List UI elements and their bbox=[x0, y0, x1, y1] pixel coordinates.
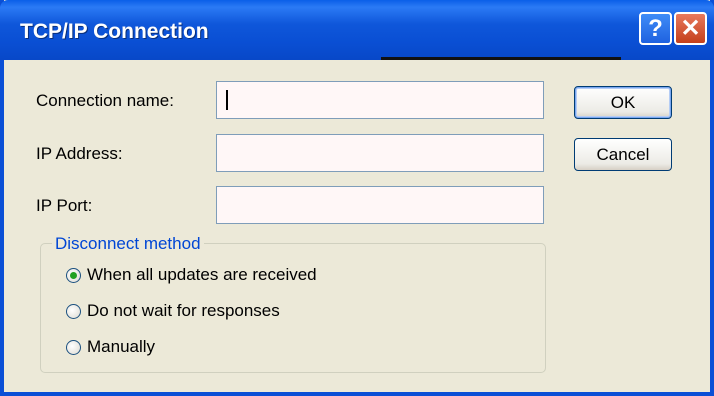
radio-button-checked[interactable] bbox=[66, 267, 81, 283]
tcpip-connection-dialog: TCP/IP Connection ? ✕ Connection name: I… bbox=[0, 0, 714, 396]
radio-when-all-updates-received[interactable]: When all updates are received bbox=[66, 265, 317, 285]
radio-button[interactable] bbox=[66, 339, 81, 355]
radio-manually[interactable]: Manually bbox=[66, 337, 155, 357]
radio-button[interactable] bbox=[66, 303, 81, 319]
ip-port-label: IP Port: bbox=[36, 196, 93, 215]
help-icon: ? bbox=[648, 14, 663, 42]
ip-address-label: IP Address: bbox=[36, 144, 123, 163]
ok-button[interactable]: OK bbox=[574, 86, 672, 119]
connection-name-label: Connection name: bbox=[36, 91, 174, 110]
window-title: TCP/IP Connection bbox=[20, 20, 209, 43]
connection-name-input[interactable] bbox=[216, 81, 544, 119]
cancel-button[interactable]: Cancel bbox=[574, 138, 672, 171]
close-button[interactable]: ✕ bbox=[674, 12, 707, 45]
ip-port-input[interactable] bbox=[216, 186, 544, 224]
radio-do-not-wait-for-responses[interactable]: Do not wait for responses bbox=[66, 301, 280, 321]
title-bar[interactable]: TCP/IP Connection ? ✕ bbox=[0, 0, 714, 60]
radio-label: When all updates are received bbox=[87, 265, 317, 284]
title-bar-strip bbox=[381, 57, 621, 60]
radio-label: Do not wait for responses bbox=[87, 301, 280, 320]
ip-address-input[interactable] bbox=[216, 134, 544, 172]
text-caret bbox=[226, 90, 228, 110]
close-icon: ✕ bbox=[680, 15, 701, 42]
disconnect-method-legend: Disconnect method bbox=[52, 234, 204, 254]
help-button[interactable]: ? bbox=[639, 12, 672, 45]
radio-label: Manually bbox=[87, 337, 156, 356]
